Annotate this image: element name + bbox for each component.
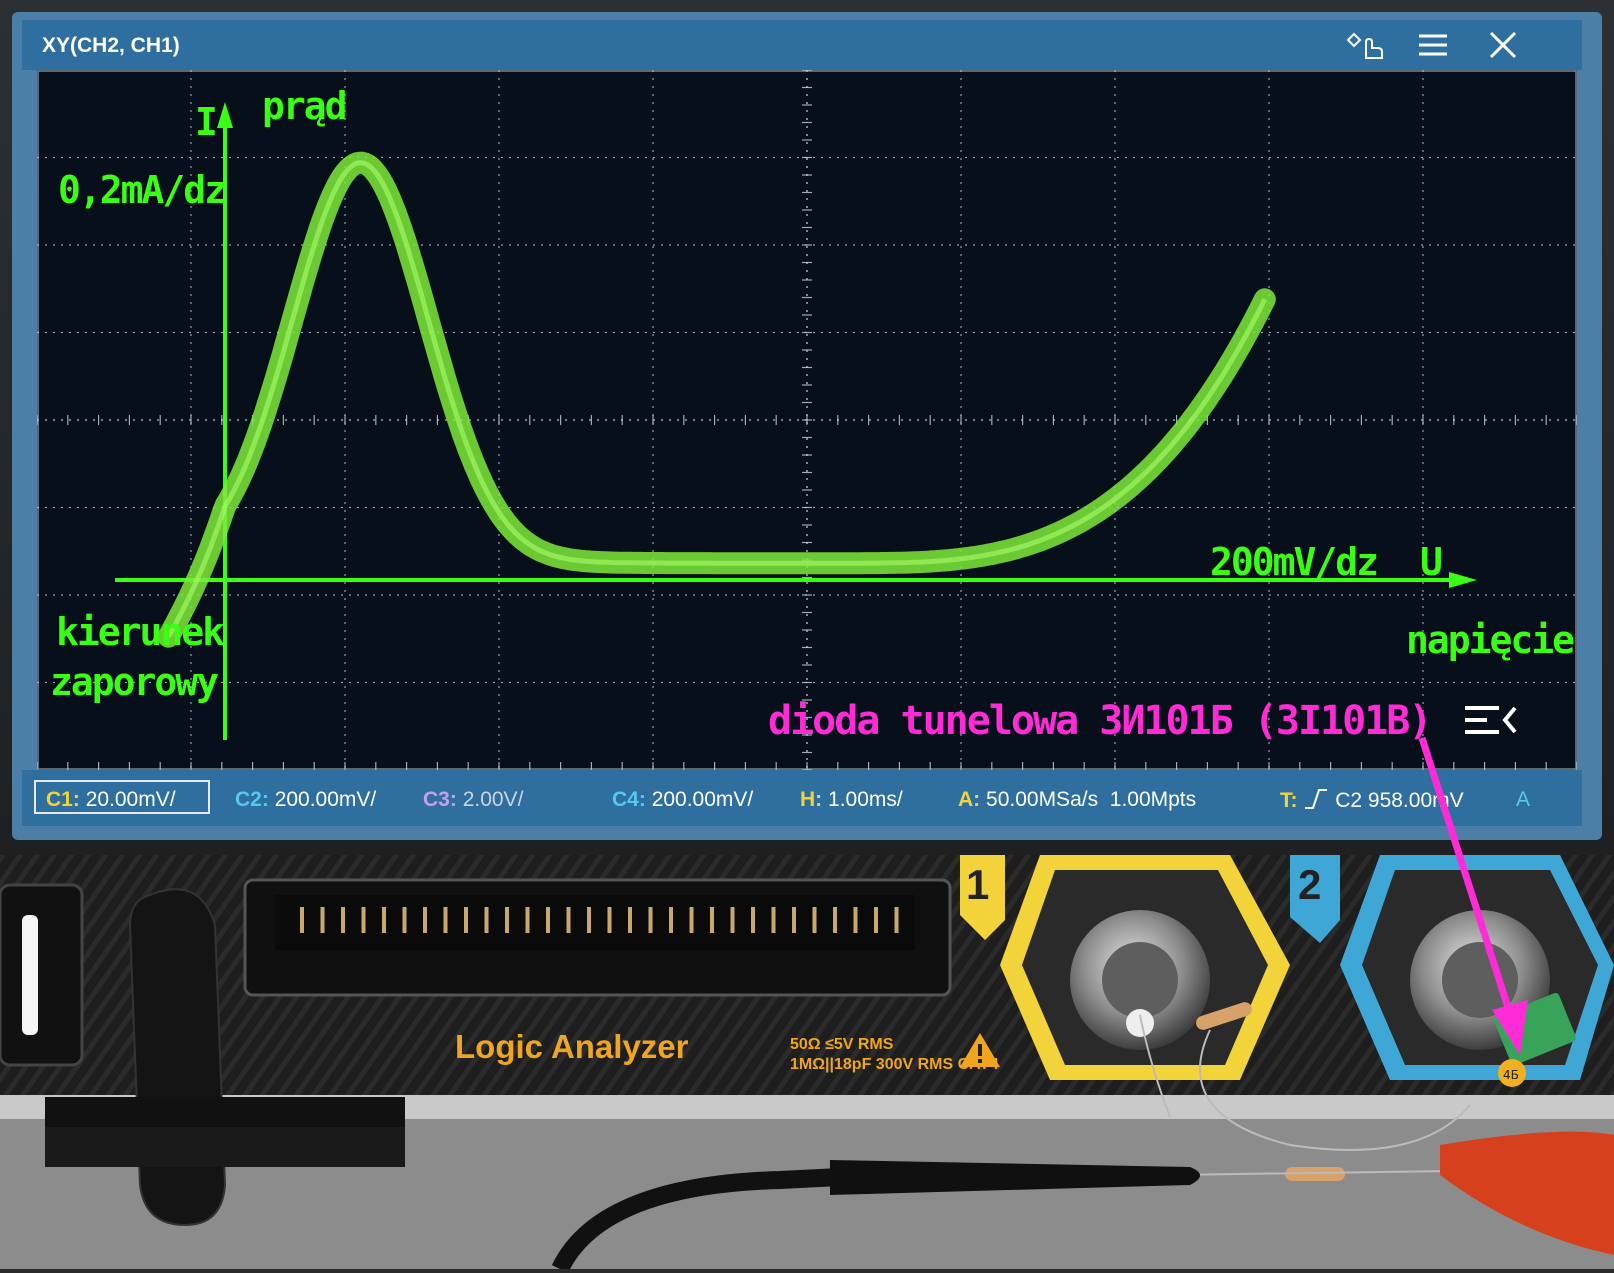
connector-pin [833, 907, 837, 933]
t-label: T: [1280, 789, 1298, 812]
connector-pin [443, 907, 448, 933]
connector-pin [607, 907, 612, 933]
window-title-bar: XY(CH2, CH1) [22, 20, 1582, 70]
iv-trace-core [166, 160, 1268, 638]
connector-pin [505, 907, 509, 933]
c3-label: C3: [423, 788, 457, 811]
t-level: 958.00mV [1367, 789, 1464, 812]
close-icon[interactable] [1488, 30, 1518, 65]
connector-pin [812, 907, 817, 933]
connector-pin [648, 907, 653, 933]
status-c2[interactable]: C2: 200.00mV/ [235, 788, 376, 812]
h-value: 1.00ms/ [828, 788, 903, 811]
annotation-axes [115, 102, 1477, 740]
connector-pin [402, 907, 407, 933]
connector-pin [669, 907, 673, 933]
connector-pin [853, 907, 858, 933]
c4-value: 200.00mV/ [651, 788, 754, 811]
connector-pin [464, 907, 468, 933]
menu-icon[interactable] [1417, 30, 1449, 65]
connector-pin [484, 907, 489, 933]
status-h[interactable]: H: 1.00ms/ [800, 788, 903, 812]
c2-label: C2: [235, 788, 269, 811]
connector-pin [361, 907, 366, 933]
pointer-hand-icon[interactable] [1344, 30, 1388, 67]
c1-value: 20.00mV/ [85, 788, 176, 811]
rising-edge-icon [1303, 789, 1329, 812]
a-label: A: [958, 788, 981, 811]
connector-pin [710, 907, 714, 933]
input-spec-line1: 50Ω ≤5V RMS [790, 1036, 894, 1053]
h-label: H: [800, 788, 823, 811]
window-title: XY(CH2, CH1) [42, 34, 180, 57]
connector-pin [874, 907, 878, 933]
connector-pin [423, 907, 427, 933]
connector-pin [546, 907, 550, 933]
status-t[interactable]: T: C2 958.00mV [1280, 788, 1464, 813]
t-mode: A [1516, 788, 1531, 811]
a-value: 50.00MSa/s [986, 788, 1099, 811]
capacitor-marking: 4Б [1503, 1068, 1519, 1082]
connector-pin [300, 907, 304, 933]
connector-pin [525, 907, 530, 933]
menu-toggle-chevron [1502, 706, 1517, 734]
c3-value: 2.00V/ [462, 788, 524, 811]
status-c1[interactable]: C1: 20.00mV/ [46, 788, 176, 812]
channel1-number: 1 [966, 861, 990, 908]
connector-pin [382, 907, 386, 933]
connector-pin [689, 907, 694, 933]
connector-pin [792, 907, 796, 933]
connector-pin [628, 907, 632, 933]
power-button[interactable] [0, 883, 84, 1067]
xy-plot [36, 69, 1578, 771]
iv-trace [157, 151, 1276, 648]
status-a[interactable]: A: 50.00MSa/s 1.00Mpts [958, 788, 1196, 812]
connector-pin [771, 907, 776, 933]
y-axis-arrowhead [217, 102, 233, 128]
c2-value: 200.00mV/ [274, 788, 377, 811]
warning-icon [960, 1033, 1000, 1067]
connector-pin [341, 907, 345, 933]
connector-pin [320, 907, 325, 933]
connector-pin [751, 907, 755, 933]
x-axis-arrowhead [1449, 572, 1477, 588]
c4-label: C4: [612, 788, 646, 811]
status-c4[interactable]: C4: 200.00mV/ [612, 788, 753, 812]
c1-label: C1: [46, 788, 80, 811]
status-bar: C1: 20.00mV/ C2: 200.00mV/ C3: 2.00V/ C4… [22, 770, 1582, 826]
connector-pin [587, 907, 591, 933]
a-points: 1.00Mpts [1109, 788, 1197, 811]
connector-pin [894, 907, 899, 933]
connector-pin [730, 907, 735, 933]
connector-pin [566, 907, 571, 933]
power-indicator-icon [22, 915, 38, 1035]
side-menu-toggle-icon[interactable] [1465, 706, 1517, 734]
status-c3[interactable]: C3: 2.00V/ [423, 788, 523, 812]
channel2-number: 2 [1298, 861, 1322, 908]
xy-plot-area [36, 69, 1578, 771]
t-source: C2 [1335, 789, 1363, 812]
probe-handle [128, 888, 227, 1227]
logic-analyzer-label: Logic Analyzer [455, 1028, 689, 1065]
